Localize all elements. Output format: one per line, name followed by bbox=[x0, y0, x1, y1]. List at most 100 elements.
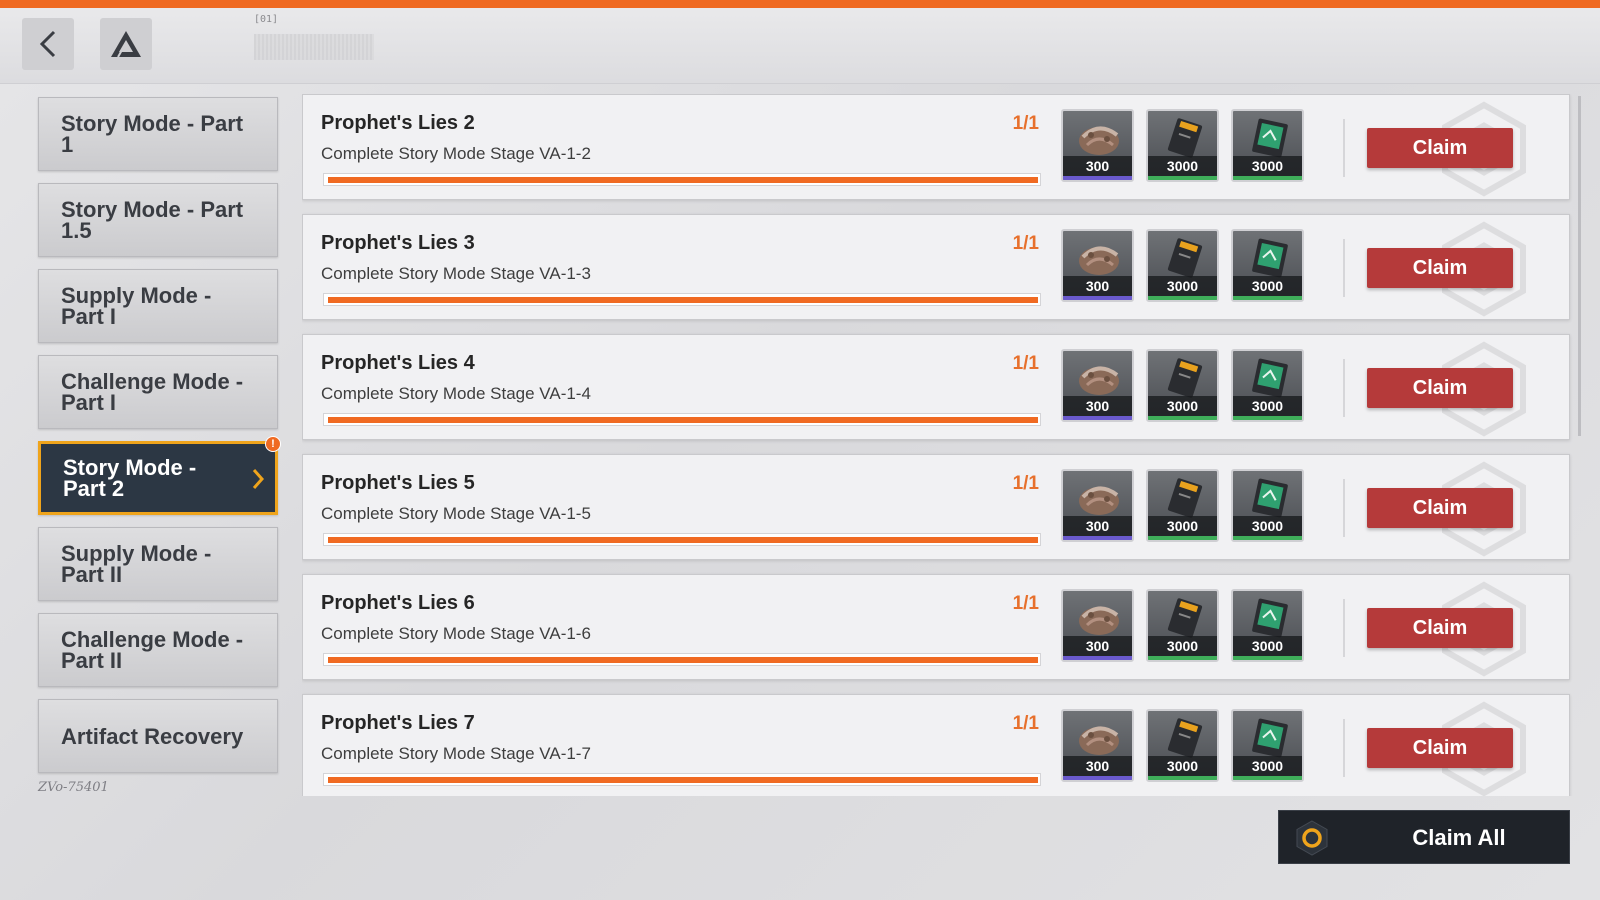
reward-item[interactable]: 300 bbox=[1061, 109, 1134, 182]
reward-quantity: 3000 bbox=[1148, 636, 1217, 656]
mission-progress-count: 1/1 bbox=[1012, 473, 1039, 494]
mission-progress-count: 1/1 bbox=[1012, 233, 1039, 254]
mission-rewards: 300 3000 3000 bbox=[1061, 589, 1304, 662]
reward-rarity-strip bbox=[1063, 296, 1132, 300]
reward-quantity: 3000 bbox=[1233, 756, 1302, 776]
reward-item[interactable]: 3000 bbox=[1146, 109, 1219, 182]
claim-button[interactable]: Claim bbox=[1367, 728, 1513, 768]
sidebar-item-story-part-1-5[interactable]: Story Mode - Part 1.5 bbox=[38, 183, 278, 257]
row-divider bbox=[1343, 719, 1345, 777]
reward-rarity-strip bbox=[1063, 176, 1132, 180]
mission-progress-bar bbox=[323, 413, 1041, 426]
claim-button[interactable]: Claim bbox=[1367, 248, 1513, 288]
sidebar-item-story-part-2[interactable]: Story Mode - Part 2 ! bbox=[38, 436, 281, 515]
mission-progress-count: 1/1 bbox=[1012, 353, 1039, 374]
mission-rewards: 300 3000 3000 bbox=[1061, 469, 1304, 542]
sidebar-item-label: Story Mode - Part 1.5 bbox=[61, 197, 244, 243]
reward-item[interactable]: 3000 bbox=[1146, 709, 1219, 782]
sidebar-item-supply-part-1[interactable]: Supply Mode - Part I bbox=[38, 269, 278, 343]
sidebar-item-label: Challenge Mode - Part II bbox=[61, 627, 244, 673]
claim-all-label: Claim All bbox=[1412, 825, 1506, 850]
reward-quantity: 3000 bbox=[1148, 396, 1217, 416]
reward-rarity-strip bbox=[1063, 416, 1132, 420]
reward-rarity-strip bbox=[1063, 536, 1132, 540]
claim-button[interactable]: Claim bbox=[1367, 488, 1513, 528]
chevron-right-icon bbox=[252, 469, 265, 489]
header-tag: [01] bbox=[254, 14, 279, 25]
reward-item[interactable]: 300 bbox=[1061, 589, 1134, 662]
claim-button[interactable]: Claim bbox=[1367, 368, 1513, 408]
mission-title: Prophet's Lies 2 bbox=[321, 112, 475, 134]
reward-quantity: 300 bbox=[1063, 276, 1132, 296]
mission-description: Complete Story Mode Stage VA-1-2 bbox=[321, 144, 591, 163]
mission-description: Complete Story Mode Stage VA-1-3 bbox=[321, 264, 591, 283]
row-divider bbox=[1343, 239, 1345, 297]
reward-item[interactable]: 3000 bbox=[1146, 349, 1219, 422]
triangle-logo-icon bbox=[111, 31, 141, 58]
reward-item[interactable]: 3000 bbox=[1231, 469, 1304, 542]
reward-rarity-strip bbox=[1148, 416, 1217, 420]
reward-item[interactable]: 3000 bbox=[1231, 229, 1304, 302]
reward-item[interactable]: 300 bbox=[1061, 469, 1134, 542]
sidebar-item-supply-part-2[interactable]: Supply Mode - Part II bbox=[38, 527, 278, 601]
list-scrollbar[interactable] bbox=[1578, 96, 1581, 436]
sidebar-item-challenge-part-1[interactable]: Challenge Mode - Part I bbox=[38, 355, 278, 429]
reward-item[interactable]: 300 bbox=[1061, 709, 1134, 782]
sidebar-item-artifact-recovery[interactable]: Artifact Recovery bbox=[38, 699, 278, 773]
reward-quantity: 3000 bbox=[1148, 276, 1217, 296]
mission-row: Prophet's Lies 7 Complete Story Mode Stag… bbox=[302, 694, 1570, 796]
reward-quantity: 3000 bbox=[1233, 156, 1302, 176]
sidebar-item-story-part-1[interactable]: Story Mode - Part 1 bbox=[38, 97, 278, 171]
reward-rarity-strip bbox=[1233, 776, 1302, 780]
reward-rarity-strip bbox=[1148, 296, 1217, 300]
reward-item[interactable]: 3000 bbox=[1146, 589, 1219, 662]
top-header: [01] bbox=[0, 8, 1600, 84]
reward-item[interactable]: 300 bbox=[1061, 349, 1134, 422]
reward-item[interactable]: 3000 bbox=[1146, 469, 1219, 542]
reward-item[interactable]: 3000 bbox=[1231, 589, 1304, 662]
mission-row: Prophet's Lies 3 Complete Story Mode Stag… bbox=[302, 214, 1570, 320]
mission-rewards: 300 3000 3000 bbox=[1061, 709, 1304, 782]
reward-quantity: 300 bbox=[1063, 516, 1132, 536]
sidebar-item-label: Challenge Mode - Part I bbox=[61, 369, 244, 415]
reward-item[interactable]: 300 bbox=[1061, 229, 1134, 302]
claim-all-button[interactable]: Claim All bbox=[1278, 810, 1570, 864]
mission-list[interactable]: Prophet's Lies 2 Complete Story Mode Stag… bbox=[302, 94, 1574, 796]
mission-rewards: 300 3000 3000 bbox=[1061, 229, 1304, 302]
row-divider bbox=[1343, 359, 1345, 417]
reward-quantity: 300 bbox=[1063, 396, 1132, 416]
reward-quantity: 3000 bbox=[1233, 396, 1302, 416]
claim-button[interactable]: Claim bbox=[1367, 128, 1513, 168]
reward-rarity-strip bbox=[1148, 776, 1217, 780]
reward-item[interactable]: 3000 bbox=[1231, 349, 1304, 422]
mission-progress-fill bbox=[328, 417, 1038, 423]
reward-quantity: 3000 bbox=[1233, 636, 1302, 656]
row-divider bbox=[1343, 599, 1345, 657]
mission-title: Prophet's Lies 4 bbox=[321, 352, 475, 374]
mission-rewards: 300 3000 3000 bbox=[1061, 109, 1304, 182]
reward-item[interactable]: 3000 bbox=[1146, 229, 1219, 302]
reward-item[interactable]: 3000 bbox=[1231, 709, 1304, 782]
sidebar-item-challenge-part-2[interactable]: Challenge Mode - Part II bbox=[38, 613, 278, 687]
row-divider bbox=[1343, 479, 1345, 537]
claim-button[interactable]: Claim bbox=[1367, 608, 1513, 648]
reward-item[interactable]: 3000 bbox=[1231, 109, 1304, 182]
reward-quantity: 300 bbox=[1063, 636, 1132, 656]
mission-progress-fill bbox=[328, 777, 1038, 783]
reward-rarity-strip bbox=[1148, 536, 1217, 540]
reward-quantity: 3000 bbox=[1148, 756, 1217, 776]
reward-rarity-strip bbox=[1233, 176, 1302, 180]
back-button[interactable] bbox=[22, 18, 74, 70]
home-button[interactable] bbox=[100, 18, 152, 70]
category-sidebar: Story Mode - Part 1 Story Mode - Part 1.… bbox=[38, 97, 281, 785]
sidebar-item-label: Supply Mode - Part I bbox=[61, 283, 212, 329]
top-accent-strip bbox=[0, 0, 1600, 8]
sidebar-item-label: Story Mode - Part 1 bbox=[61, 111, 244, 157]
mission-row: Prophet's Lies 6 Complete Story Mode Stag… bbox=[302, 574, 1570, 680]
mission-description: Complete Story Mode Stage VA-1-6 bbox=[321, 624, 591, 643]
mission-progress-fill bbox=[328, 657, 1038, 663]
reward-quantity: 300 bbox=[1063, 156, 1132, 176]
hexagon-ring-icon bbox=[1296, 820, 1328, 856]
reward-rarity-strip bbox=[1063, 776, 1132, 780]
reward-quantity: 3000 bbox=[1148, 516, 1217, 536]
